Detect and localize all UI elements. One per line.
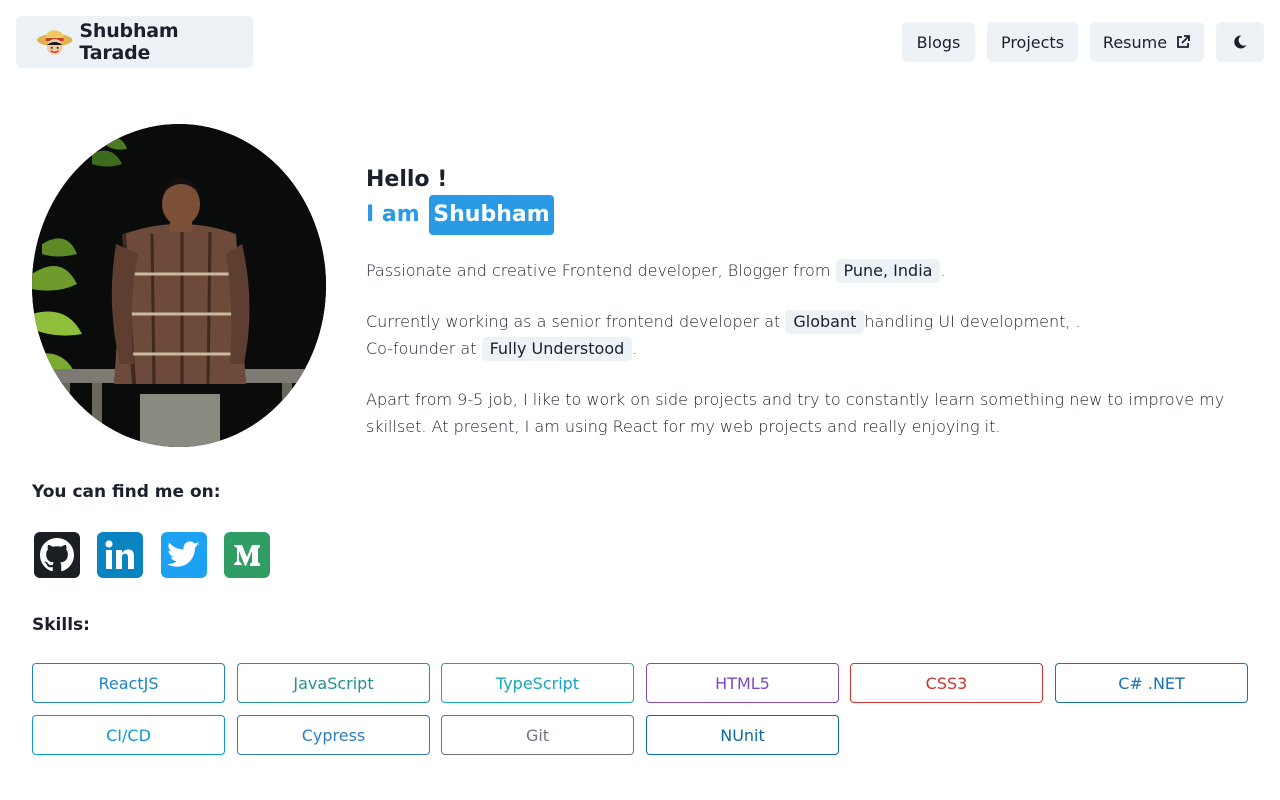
linkedin-link[interactable] (97, 532, 143, 578)
skills-section-title: Skills: (32, 615, 90, 635)
intro-section: Hello ! I am Shubham Passionate and crea… (366, 164, 1246, 436)
profile-photo-illustration (32, 124, 326, 447)
p1-end: . (940, 261, 946, 280)
skill-tag[interactable]: CI/CD (32, 715, 225, 755)
linkedin-icon (105, 540, 134, 569)
skill-tag[interactable]: CSS3 (850, 663, 1043, 703)
skill-tag[interactable]: Git (441, 715, 634, 755)
location-chip: Pune, India (835, 259, 941, 283)
skill-tag[interactable]: NUnit (646, 715, 839, 755)
skill-tag[interactable]: HTML5 (646, 663, 839, 703)
brand-home-link[interactable]: Shubham Tarade (16, 16, 253, 68)
p3-text: Apart from 9-5 job, I like to work on si… (366, 390, 1225, 436)
nav-blogs-button[interactable]: Blogs (902, 22, 975, 62)
greeting-heading: Hello ! (366, 167, 448, 192)
github-link[interactable] (34, 532, 80, 578)
social-section-title: You can find me on: (32, 482, 221, 502)
intro-paragraph-3: Apart from 9-5 job, I like to work on si… (366, 386, 1236, 440)
employer-chip: Globant (785, 310, 865, 334)
intro-paragraph-2: Currently working as a senior frontend d… (366, 308, 1081, 362)
brand-name: Shubham Tarade (79, 20, 179, 64)
p1-text: Passionate and creative Frontend develop… (366, 261, 831, 280)
twitter-link[interactable] (161, 532, 207, 578)
nav-blogs-label: Blogs (916, 32, 961, 52)
skill-tag[interactable]: ReactJS (32, 663, 225, 703)
skill-tag[interactable]: Cypress (237, 715, 430, 755)
github-icon (40, 538, 74, 572)
p2b-text: Co-founder at (366, 339, 477, 358)
nav-projects-button[interactable]: Projects (987, 22, 1078, 62)
moon-icon (1234, 35, 1247, 49)
twitter-icon (167, 541, 200, 567)
p2-after: handling UI development, . (864, 312, 1081, 331)
nav-resume-label: Resume (1102, 32, 1168, 52)
medium-icon (234, 545, 260, 566)
skill-tag[interactable]: C# .NET (1055, 663, 1248, 703)
straw-hat-avatar-icon (36, 30, 73, 55)
highlighted-name: Shubham (429, 195, 554, 235)
name-heading: I am Shubham (366, 195, 1246, 235)
nav-resume-button[interactable]: Resume (1090, 22, 1204, 62)
profile-photo (32, 124, 326, 447)
nav-projects-label: Projects (1000, 32, 1065, 52)
dark-mode-toggle[interactable] (1216, 22, 1264, 62)
p2b-end: . (632, 339, 638, 358)
external-link-icon (1177, 35, 1190, 48)
medium-link[interactable] (224, 532, 270, 578)
skill-tag[interactable]: TypeScript (441, 663, 634, 703)
skill-tag[interactable]: JavaScript (237, 663, 430, 703)
intro-paragraph-1: Passionate and creative Frontend develop… (366, 257, 946, 284)
cofounder-chip: Fully Understood (481, 337, 633, 361)
p2-text: Currently working as a senior frontend d… (366, 312, 781, 331)
iam-prefix: I am (366, 202, 420, 227)
